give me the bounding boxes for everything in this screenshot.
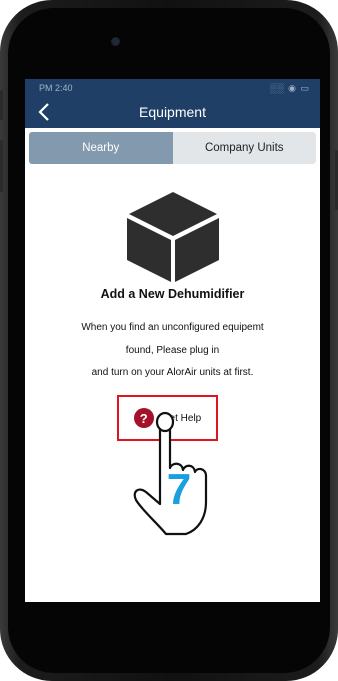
description-line: found, Please plug in: [125, 345, 220, 356]
side-button: [0, 140, 3, 192]
section-heading: Add a New Dehumidifier: [100, 287, 245, 301]
side-button: [0, 90, 3, 120]
header-bar: Equipment: [25, 97, 320, 128]
front-camera: [112, 38, 119, 45]
description-line: and turn on your AlorAir units at first.: [91, 367, 254, 378]
step-number: 7: [166, 465, 192, 514]
status-icons: ░░ ◉ ▭: [269, 83, 310, 93]
cube-icon: [127, 192, 219, 282]
tab-bar: Nearby Company Units: [29, 132, 316, 164]
status-bar: PM 2:40 ░░ ◉ ▭: [25, 79, 320, 97]
tab-company-units[interactable]: Company Units: [172, 132, 316, 164]
tab-nearby[interactable]: Nearby: [29, 132, 173, 164]
description-line: When you find an unconfigured equipemt: [81, 322, 264, 333]
status-time: PM 2:40: [39, 83, 73, 93]
page-title: Equipment: [139, 104, 206, 120]
phone-frame: PM 2:40 ░░ ◉ ▭ Equipment Nearby Company …: [0, 0, 338, 681]
